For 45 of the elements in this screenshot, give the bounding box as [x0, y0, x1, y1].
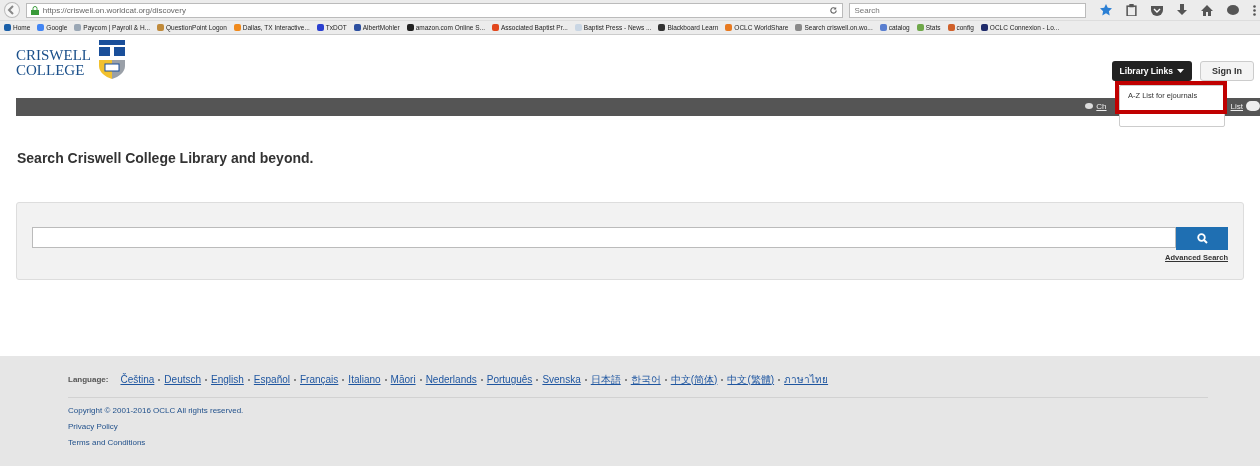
language-link[interactable]: Italiano [348, 374, 381, 385]
search-field[interactable]: Search [849, 2, 1086, 18]
language-link[interactable]: ภาษาไทย [784, 372, 829, 387]
address-bar[interactable]: https://criswell.on.worldcat.org/discovery [25, 2, 844, 18]
logo-text: COLLEGE [16, 63, 86, 78]
pocket-icon[interactable] [1151, 4, 1163, 16]
lock-icon [30, 5, 39, 15]
url-text: https://criswell.on.worldcat.org/discovery [42, 5, 187, 15]
logo-text: CRISWELL [16, 48, 91, 63]
language-link[interactable]: Čeština [120, 374, 155, 385]
page-heading: Search Criswell College Library and beyond. [17, 150, 315, 168]
star-icon[interactable] [1100, 4, 1112, 16]
search-icon [1196, 233, 1208, 244]
caret-icon [1177, 69, 1184, 73]
footer-link[interactable]: Privacy Policy [68, 422, 1210, 431]
toolbar-link[interactable]: List [1230, 101, 1243, 111]
language-label: Language: [68, 375, 109, 384]
sign-in-button[interactable]: Sign In [1200, 61, 1254, 81]
home-icon[interactable] [1201, 4, 1213, 16]
search-input[interactable] [32, 227, 1176, 248]
language-link[interactable]: Nederlands [425, 374, 477, 385]
language-link[interactable]: 日本語 [590, 372, 621, 387]
language-link[interactable]: Português [486, 374, 533, 385]
language-link[interactable]: Māori [390, 374, 416, 385]
language-link[interactable]: English [211, 374, 244, 385]
toolbar-link[interactable]: Ch [1096, 101, 1107, 111]
copyright-text: Copyright © 2001-2016 OCLC All rights reserved. [68, 406, 245, 415]
chat-icon[interactable] [1227, 4, 1239, 16]
menu-icon[interactable] [1253, 4, 1256, 16]
language-link[interactable]: Español [253, 374, 290, 385]
language-link[interactable]: Deutsch [164, 374, 202, 385]
language-link[interactable]: 中文(繁體) [727, 372, 775, 387]
footer-link[interactable]: Terms and Conditions [68, 438, 1210, 447]
language-link[interactable]: 한국어 [630, 372, 661, 387]
back-button[interactable] [4, 2, 20, 18]
reload-icon[interactable] [829, 5, 839, 15]
library-links-button[interactable]: Library Links [1111, 61, 1192, 81]
search-button[interactable] [1176, 227, 1228, 250]
language-link[interactable]: 中文(简体) [670, 372, 718, 387]
chat-icon [1085, 102, 1094, 110]
language-link[interactable]: Svenska [542, 374, 581, 385]
download-icon[interactable] [1177, 4, 1187, 16]
language-link[interactable]: Français [300, 374, 339, 385]
shield-icon [97, 40, 127, 80]
clipboard-icon[interactable] [1126, 4, 1137, 16]
